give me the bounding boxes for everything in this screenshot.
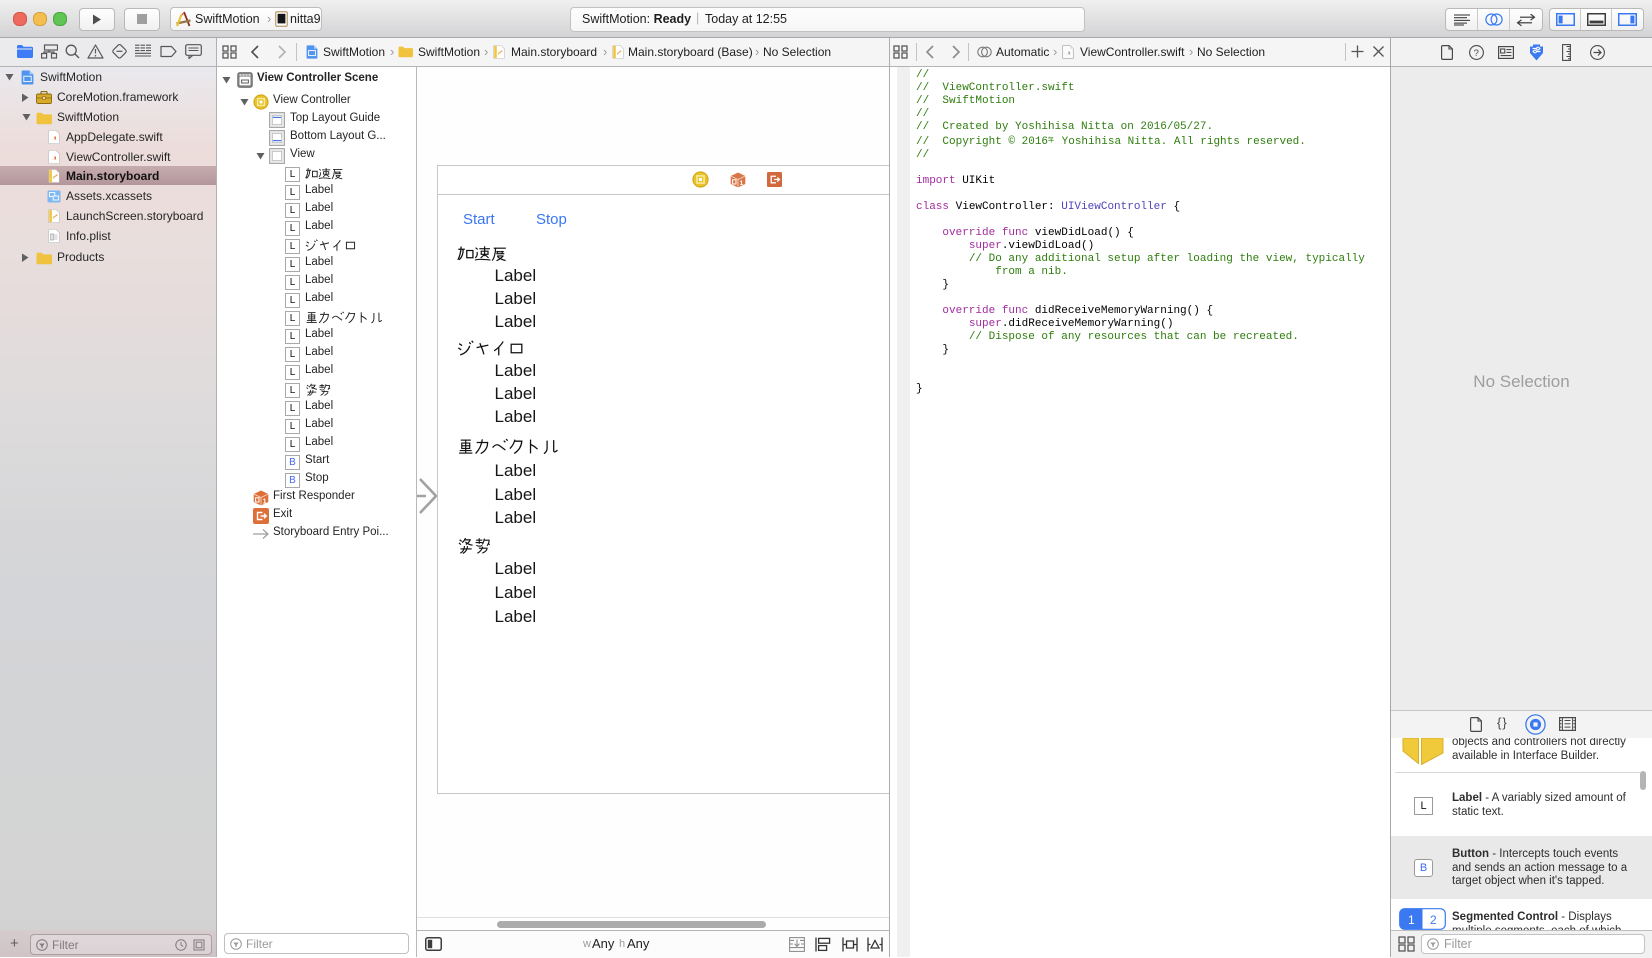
svg-text:2: 2 [1430,913,1437,927]
svg-text:1: 1 [1408,913,1415,927]
svg-text:?: ? [1474,48,1479,59]
svg-text:1: 1 [740,180,744,187]
svg-text:1: 1 [263,498,267,505]
